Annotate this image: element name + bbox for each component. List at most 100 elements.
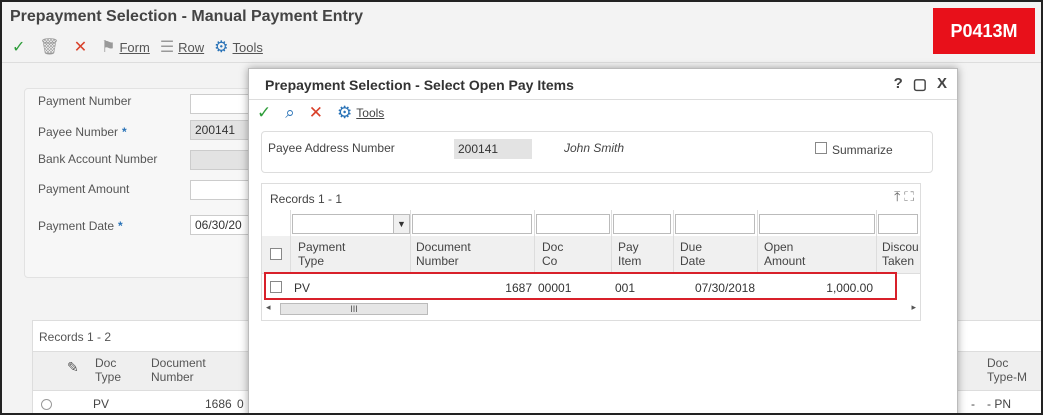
grid-tools: ⤒ ⛶	[894, 188, 914, 205]
scroll-left-icon[interactable]: ◂	[266, 302, 271, 313]
gear-icon: ⚙	[337, 103, 353, 122]
col-divider	[757, 210, 758, 274]
dialog-divider	[249, 99, 957, 100]
checkmark-icon: ✓	[12, 39, 26, 56]
maximize-button[interactable]: ▢	[913, 75, 927, 93]
export-icon[interactable]: ⤒	[894, 188, 900, 204]
col-document-number: Document Number	[151, 356, 206, 384]
program-id-badge: P0413M	[933, 8, 1035, 54]
row-select-radio[interactable]	[41, 399, 52, 410]
qbe-discount-taken[interactable]	[878, 214, 918, 234]
search-button[interactable]: ⌕	[285, 103, 295, 123]
tools-menu-label: Tools	[232, 39, 263, 55]
required-icon: *	[118, 219, 123, 233]
col-discount-taken-line1: Discou	[882, 240, 919, 254]
chevron-down-icon[interactable]: ▼	[393, 215, 409, 233]
row-icon: ☰	[159, 39, 175, 56]
required-icon: *	[122, 125, 127, 139]
form-menu[interactable]: ⚑ Form	[101, 37, 150, 57]
gear-icon: ⚙	[214, 39, 229, 56]
qbe-open-amount[interactable]	[759, 214, 875, 234]
select-all-checkbox[interactable]	[270, 248, 282, 260]
col-document-number-line2: Number	[416, 254, 459, 268]
col-payment-type-line1: Payment	[298, 240, 346, 254]
tools-menu[interactable]: ⚙ Tools	[214, 37, 263, 57]
col-doc-co: Doc Co	[542, 240, 563, 268]
cell-truncated: 0	[237, 397, 244, 411]
delete-button[interactable]: 🗑	[39, 37, 63, 57]
edit-icon[interactable]: ✎	[67, 360, 79, 374]
col-open-amount: Open Amount	[764, 240, 805, 268]
close-icon: ✕	[73, 39, 88, 56]
cancel-button[interactable]: ✕	[309, 103, 323, 123]
open-pay-items-grid: Records 1 - 1 ⤒ ⛶ ▼ Payment Type Document…	[261, 183, 921, 321]
col-pay-item-line2: Item	[618, 254, 642, 268]
records-count: Records 1 - 1	[270, 192, 343, 206]
scroll-right-icon[interactable]: ▸	[911, 302, 916, 313]
page-title: Prepayment Selection - Manual Payment En…	[10, 8, 363, 25]
col-document-number: Document Number	[416, 240, 471, 268]
form-icon: ⚑	[101, 39, 116, 56]
grid-header: Payment Type Document Number Doc Co Pay Item…	[262, 236, 920, 274]
cancel-button[interactable]: ✕	[74, 37, 91, 57]
scroll-thumb[interactable]: III	[280, 303, 428, 315]
qbe-doc-co[interactable]	[536, 214, 610, 234]
qbe-due-date[interactable]	[675, 214, 755, 234]
cell-doc-type-m: - PN	[987, 397, 1011, 411]
col-doc-co-line2: Co	[542, 254, 558, 268]
payee-name: John Smith	[564, 141, 625, 155]
col-open-amount-line2: Amount	[764, 254, 806, 268]
payee-address-label: Payee Address Number	[268, 141, 395, 155]
payee-number-label: Payee Number *	[38, 125, 127, 139]
col-payment-type-line2: Type	[298, 254, 325, 268]
row-menu-label: Row	[178, 39, 205, 55]
row-menu[interactable]: ☰ Row	[160, 37, 204, 57]
col-discount-taken: Discou Taken	[882, 240, 919, 268]
col-doc-type: Doc Type	[95, 356, 121, 384]
col-due-date: Due Date	[680, 240, 705, 268]
col-pay-item-line1: Pay	[618, 240, 639, 254]
cell-doc-type: PV	[93, 397, 110, 411]
ok-button[interactable]: ✓	[12, 37, 29, 57]
cell-truncated-dash: -	[971, 397, 975, 411]
tools-menu[interactable]: Tools	[356, 106, 384, 120]
col-document-number-line2: Number	[151, 370, 194, 384]
col-discount-taken-line2: Taken	[882, 254, 915, 268]
col-document-number-line1: Document	[151, 356, 206, 370]
close-button[interactable]: X	[937, 75, 947, 93]
col-doc-co-line1: Doc	[542, 240, 564, 254]
qbe-pay-item[interactable]	[613, 214, 671, 234]
select-open-pay-items-dialog: Prepayment Selection - Select Open Pay I…	[248, 68, 958, 413]
help-button[interactable]: ?	[894, 75, 903, 93]
summarize-label: Summarize	[832, 143, 893, 157]
col-divider	[534, 210, 535, 274]
col-doc-type-m: Doc Type-M	[987, 356, 1027, 384]
trash-icon: 🗑	[39, 39, 60, 56]
payee-address-field[interactable]: 200141	[454, 139, 532, 159]
summarize-checkbox[interactable]	[815, 142, 827, 154]
bank-account-label: Bank Account Number	[38, 152, 158, 166]
main-toolbar: ✓ 🗑 ✕ ⚑ Form ☰ Row ⚙ Tools	[2, 34, 263, 60]
payment-date-label: Payment Date *	[38, 219, 123, 233]
records-count: Records 1 - 2	[39, 330, 112, 344]
dialog-controls: ? ▢ X	[894, 75, 947, 93]
select-button[interactable]: ✓	[257, 103, 271, 123]
cell-document-number: 1686	[205, 397, 232, 411]
horizontal-scrollbar[interactable]: ◂ III ▸	[266, 302, 916, 316]
payment-date-label-text: Payment Date	[38, 219, 115, 233]
col-payment-type: Payment Type	[298, 240, 345, 268]
qbe-payment-type[interactable]: ▼	[292, 214, 410, 234]
col-divider	[410, 210, 411, 274]
col-divider	[290, 210, 291, 274]
col-doc-type-line1: Doc	[95, 356, 117, 370]
dialog-form: Payee Address Number 200141 John Smith S…	[261, 131, 933, 173]
qbe-document-number[interactable]	[412, 214, 532, 234]
col-open-amount-line1: Open	[764, 240, 794, 254]
expand-grid-icon[interactable]: ⛶	[904, 188, 914, 204]
col-doc-type-line2: Type	[95, 370, 122, 384]
col-divider	[673, 210, 674, 274]
col-doc-type-m-line2: Type-M	[987, 370, 1028, 384]
col-divider	[611, 210, 612, 274]
col-divider	[876, 210, 877, 274]
row-highlight-box	[264, 272, 897, 300]
